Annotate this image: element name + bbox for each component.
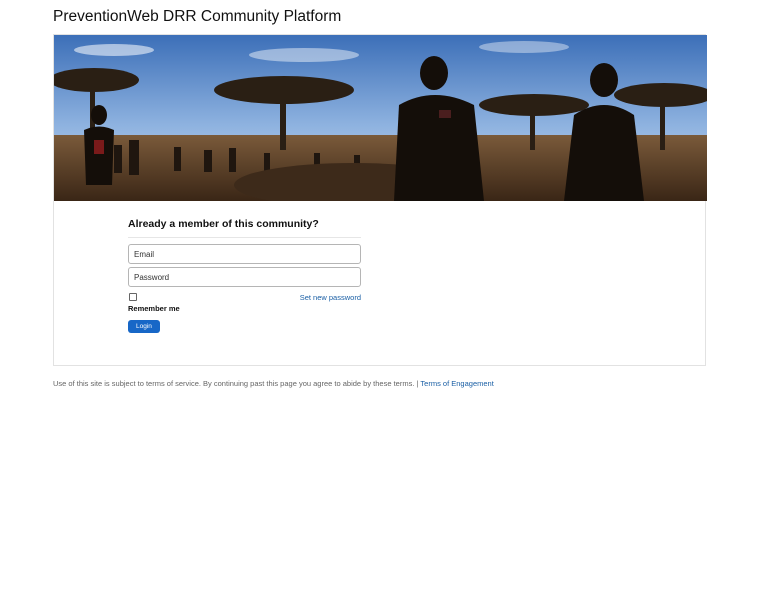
hero-banner-image (54, 35, 707, 201)
set-new-password-link[interactable]: Set new password (300, 293, 361, 302)
email-field[interactable] (128, 244, 361, 264)
password-field[interactable] (128, 267, 361, 287)
login-button[interactable]: Login (128, 320, 160, 333)
login-heading: Already a member of this community? (128, 217, 361, 238)
login-form: Already a member of this community? Set … (128, 217, 361, 333)
remember-me-checkbox[interactable] (129, 293, 137, 301)
footer-notice: Use of this site is subject to terms of … (53, 379, 494, 389)
login-card: Already a member of this community? Set … (53, 34, 707, 366)
remember-row: Set new password (128, 291, 361, 303)
footer-terms-text: Use of this site is subject to terms of … (53, 379, 419, 388)
site-title: PreventionWeb DRR Community Platform (53, 8, 342, 25)
terms-of-engagement-link[interactable]: Terms of Engagement (420, 379, 493, 388)
remember-me-label: Remember me (128, 304, 180, 313)
